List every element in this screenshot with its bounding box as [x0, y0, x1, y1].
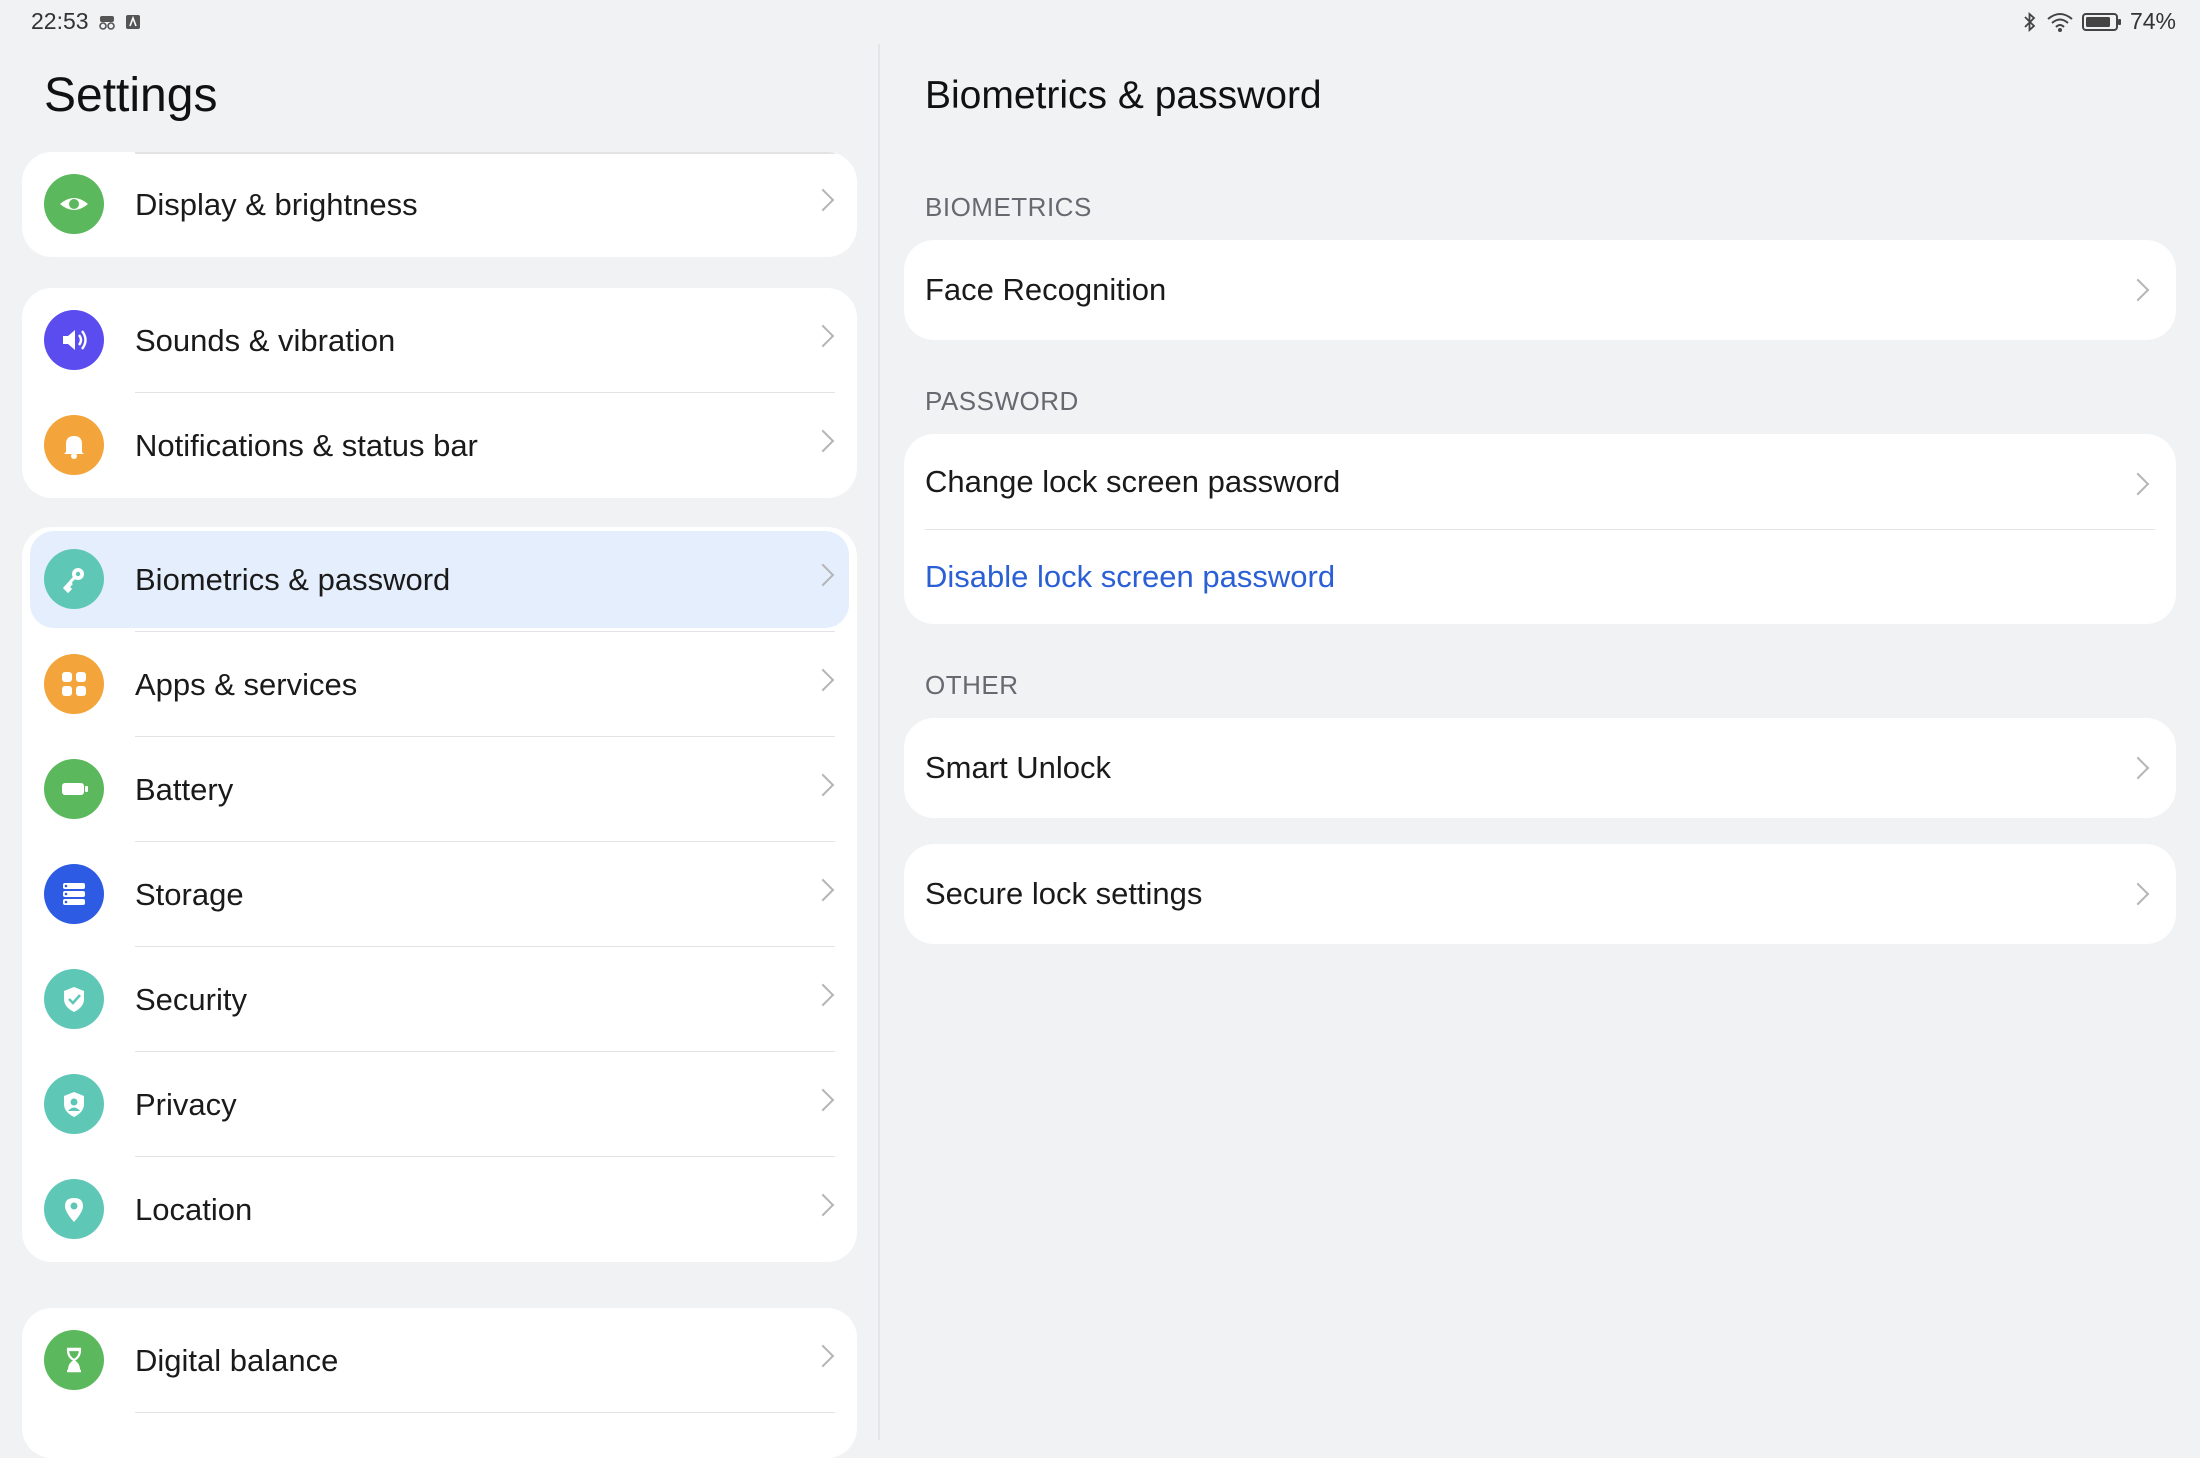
shield-check-icon	[44, 969, 104, 1029]
disable-lock-screen-password-link[interactable]: Disable lock screen password	[904, 530, 2176, 624]
chevron-right-icon	[811, 1193, 835, 1217]
change-lock-screen-password-item[interactable]: Change lock screen password	[904, 434, 2176, 530]
chevron-right-icon	[811, 188, 835, 212]
detail-pane: Biometrics & password BIOMETRICS Face Re…	[880, 44, 2200, 1440]
settings-item-label: Location	[135, 1191, 253, 1227]
bell-icon	[44, 415, 104, 475]
chevron-right-icon	[2126, 472, 2150, 496]
item-label: Smart Unlock	[925, 750, 1112, 785]
chevron-right-icon	[811, 1088, 835, 1112]
item-label: Disable lock screen password	[925, 559, 1336, 594]
settings-item-digital-balance[interactable]: Digital balance	[22, 1308, 857, 1413]
card-password: Change lock screen password Disable lock…	[904, 434, 2176, 624]
settings-item-label: Battery	[135, 771, 234, 807]
settings-item-label: Apps & services	[135, 666, 358, 702]
chevron-right-icon	[811, 878, 835, 902]
settings-item-label: Notifications & status bar	[135, 427, 478, 463]
item-label: Face Recognition	[925, 272, 1167, 307]
settings-list-pane: Settings Display & brightness Sounds & v…	[0, 44, 878, 1458]
section-header-other: OTHER	[925, 670, 1019, 700]
settings-item-privacy[interactable]: Privacy	[22, 1052, 857, 1157]
settings-item-location[interactable]: Location	[22, 1157, 857, 1262]
item-label: Secure lock settings	[925, 876, 1203, 911]
settings-item-label: Biometrics & password	[135, 561, 451, 597]
chevron-right-icon	[2126, 756, 2150, 780]
chevron-right-icon	[811, 983, 835, 1007]
section-header-password: PASSWORD	[925, 386, 1079, 416]
settings-group-main: Biometrics & password Apps & services Ba…	[22, 527, 857, 1262]
settings-item-label: Sounds & vibration	[135, 322, 396, 358]
chevron-right-icon	[2126, 882, 2150, 906]
wifi-icon	[2047, 12, 2073, 32]
settings-group-display: Display & brightness	[22, 152, 857, 257]
settings-item-battery[interactable]: Battery	[22, 737, 857, 842]
status-left: 22:53	[31, 8, 141, 35]
status-right: 74%	[2022, 8, 2176, 35]
chevron-right-icon	[811, 429, 835, 453]
status-bar: 22:53 74%	[0, 0, 2200, 44]
settings-item-display-brightness[interactable]: Display & brightness	[22, 152, 857, 257]
speaker-icon	[44, 310, 104, 370]
page-title: Settings	[44, 69, 218, 122]
settings-item-storage[interactable]: Storage	[22, 842, 857, 947]
card-secure-lock: Secure lock settings	[904, 844, 2176, 944]
settings-item-label: Digital balance	[135, 1342, 339, 1378]
settings-item-biometrics-password[interactable]: Biometrics & password	[22, 527, 857, 632]
status-time: 22:53	[31, 8, 89, 34]
settings-item-apps-services[interactable]: Apps & services	[22, 632, 857, 737]
settings-group-digital: Digital balance	[22, 1308, 857, 1458]
settings-item-label: Storage	[135, 876, 244, 912]
settings-item-notifications-status-bar[interactable]: Notifications & status bar	[22, 393, 857, 498]
battery-status-icon	[2081, 12, 2121, 31]
smart-unlock-item[interactable]: Smart Unlock	[904, 718, 2176, 818]
divider	[135, 1411, 835, 1413]
detail-title: Biometrics & password	[925, 74, 1322, 117]
storage-icon	[44, 864, 104, 924]
settings-item-label: Security	[135, 981, 247, 1017]
eye-icon	[44, 174, 104, 234]
settings-item-label: Display & brightness	[135, 186, 418, 222]
chevron-right-icon	[811, 773, 835, 797]
chevron-right-icon	[811, 668, 835, 692]
settings-item-sounds-vibration[interactable]: Sounds & vibration	[22, 288, 857, 393]
chevron-right-icon	[811, 324, 835, 348]
face-recognition-item[interactable]: Face Recognition	[904, 240, 2176, 340]
section-header-biometrics: BIOMETRICS	[925, 192, 1092, 222]
chevron-right-icon	[2126, 278, 2150, 302]
battery-percentage: 74%	[2129, 8, 2176, 34]
settings-item-label: Privacy	[135, 1086, 237, 1122]
apps-grid-icon	[44, 654, 104, 714]
secure-lock-settings-item[interactable]: Secure lock settings	[904, 844, 2176, 944]
notification-incognito-icon	[98, 15, 115, 30]
bluetooth-icon	[2024, 11, 2036, 32]
location-pin-icon	[44, 1179, 104, 1239]
notification-app-icon	[125, 14, 140, 29]
card-biometrics: Face Recognition	[904, 240, 2176, 340]
settings-item-security[interactable]: Security	[22, 947, 857, 1052]
hourglass-icon	[44, 1330, 104, 1390]
chevron-right-icon	[811, 1344, 835, 1368]
privacy-shield-icon	[44, 1074, 104, 1134]
key-icon	[44, 549, 104, 609]
settings-group-sound: Sounds & vibration Notifications & statu…	[22, 288, 857, 498]
item-label: Change lock screen password	[925, 464, 1341, 499]
battery-icon	[44, 759, 104, 819]
card-smart-unlock: Smart Unlock	[904, 718, 2176, 818]
